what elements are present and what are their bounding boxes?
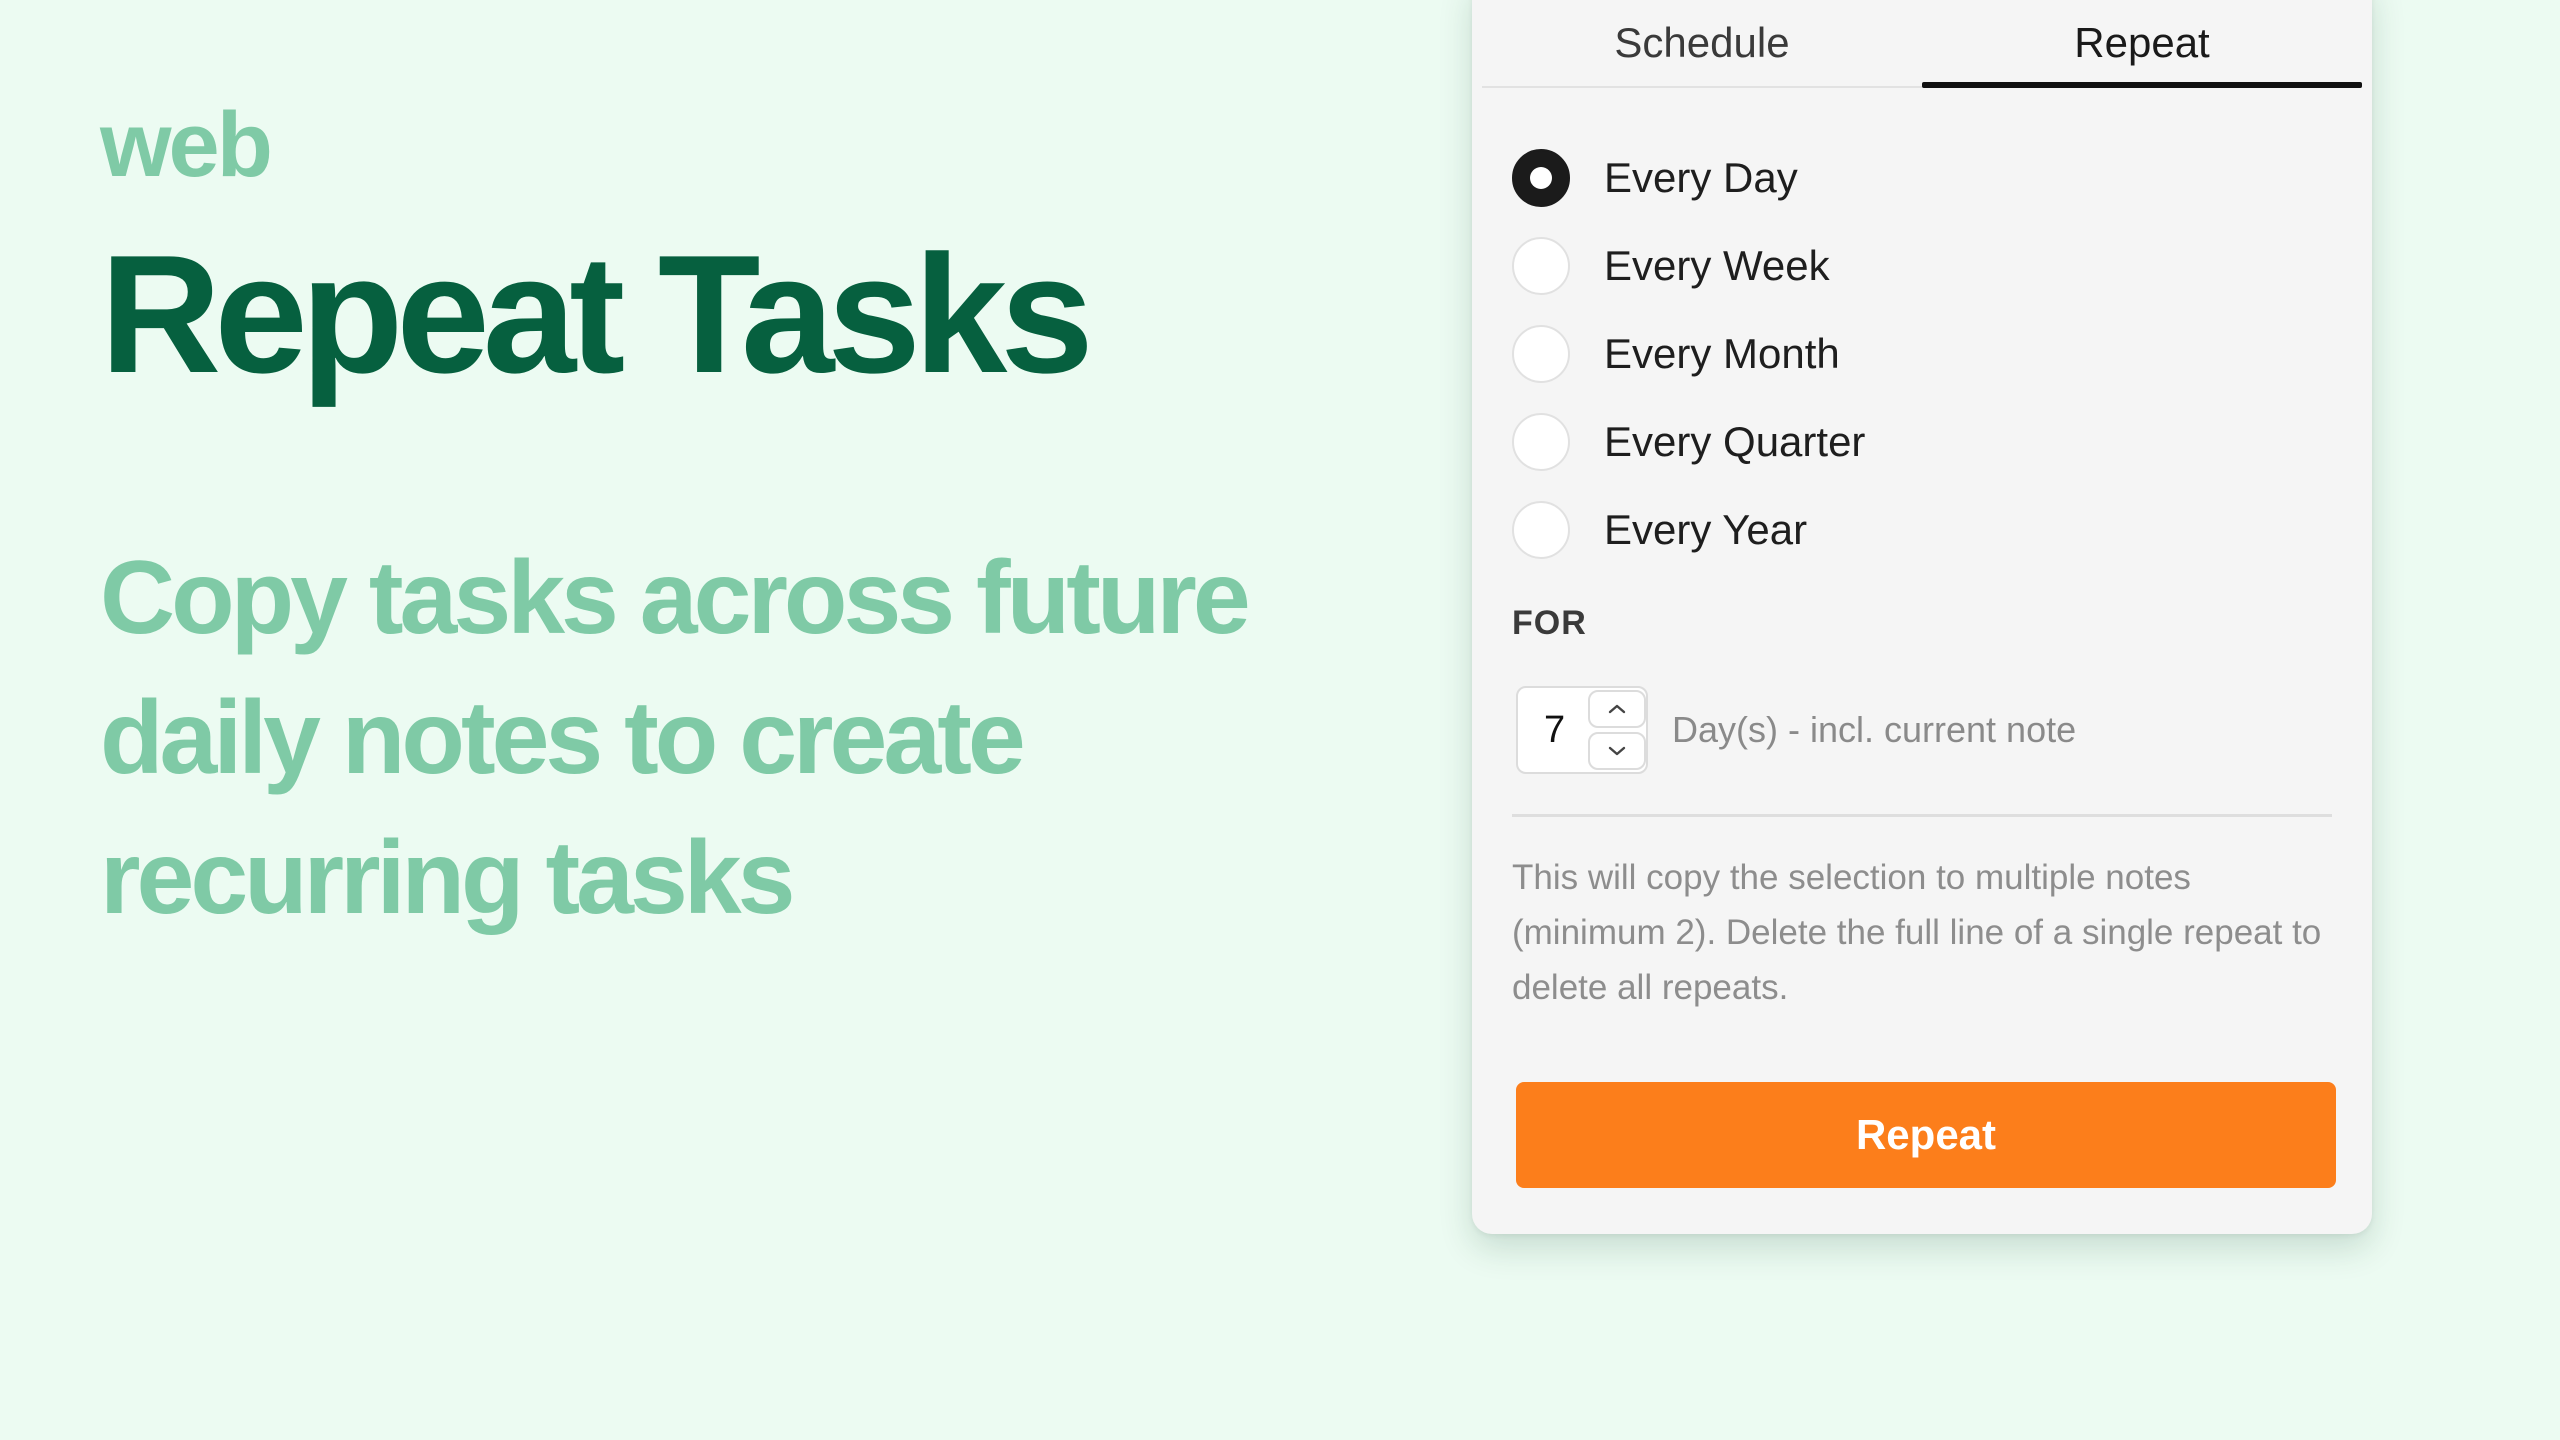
increment-button[interactable] <box>1588 690 1646 728</box>
repeat-frequency-options: Every Day Every Week Every Month Every Q… <box>1512 134 1865 574</box>
platform-label: web <box>100 94 273 196</box>
decrement-button[interactable] <box>1588 732 1646 770</box>
option-label: Every Quarter <box>1604 418 1866 465</box>
chevron-down-icon <box>1608 746 1626 756</box>
page-title: Repeat Tasks <box>100 220 1094 408</box>
option-every-week[interactable]: Every Week <box>1512 222 1865 310</box>
duration-value[interactable]: 7 <box>1544 688 1565 772</box>
radio-unselected-icon[interactable] <box>1512 325 1570 383</box>
tab-bar: Schedule Repeat <box>1482 0 2362 88</box>
tab-repeat[interactable]: Repeat <box>1922 0 2362 88</box>
option-every-month[interactable]: Every Month <box>1512 310 1865 398</box>
radio-unselected-icon[interactable] <box>1512 501 1570 559</box>
option-label: Every Year <box>1604 506 1808 553</box>
option-label: Every Week <box>1604 242 1830 289</box>
feature-description: Copy tasks across future daily notes to … <box>100 540 1251 936</box>
screen: web Repeat Tasks Copy tasks across futur… <box>0 0 2560 1440</box>
option-label: Every Month <box>1604 330 1840 377</box>
radio-selected-icon[interactable] <box>1512 149 1570 207</box>
tab-schedule[interactable]: Schedule <box>1482 0 1922 86</box>
option-every-year[interactable]: Every Year <box>1512 486 1865 574</box>
option-every-quarter[interactable]: Every Quarter <box>1512 398 1865 486</box>
duration-unit-label: Day(s) - incl. current note <box>1672 709 2077 750</box>
helper-text: This will copy the selection to multiple… <box>1512 858 2322 1007</box>
duration-stepper[interactable]: 7 <box>1516 686 1648 774</box>
chevron-up-icon <box>1608 704 1626 714</box>
radio-unselected-icon[interactable] <box>1512 413 1570 471</box>
divider <box>1512 814 2332 817</box>
repeat-panel: Schedule Repeat Every Day Every Week Eve… <box>1472 0 2372 1234</box>
hero-section: web Repeat Tasks Copy tasks across futur… <box>100 90 1380 948</box>
option-every-day[interactable]: Every Day <box>1512 134 1865 222</box>
repeat-button[interactable]: Repeat <box>1516 1082 2336 1188</box>
for-section-label: FOR <box>1512 604 1587 642</box>
radio-unselected-icon[interactable] <box>1512 237 1570 295</box>
option-label: Every Day <box>1604 154 1798 201</box>
